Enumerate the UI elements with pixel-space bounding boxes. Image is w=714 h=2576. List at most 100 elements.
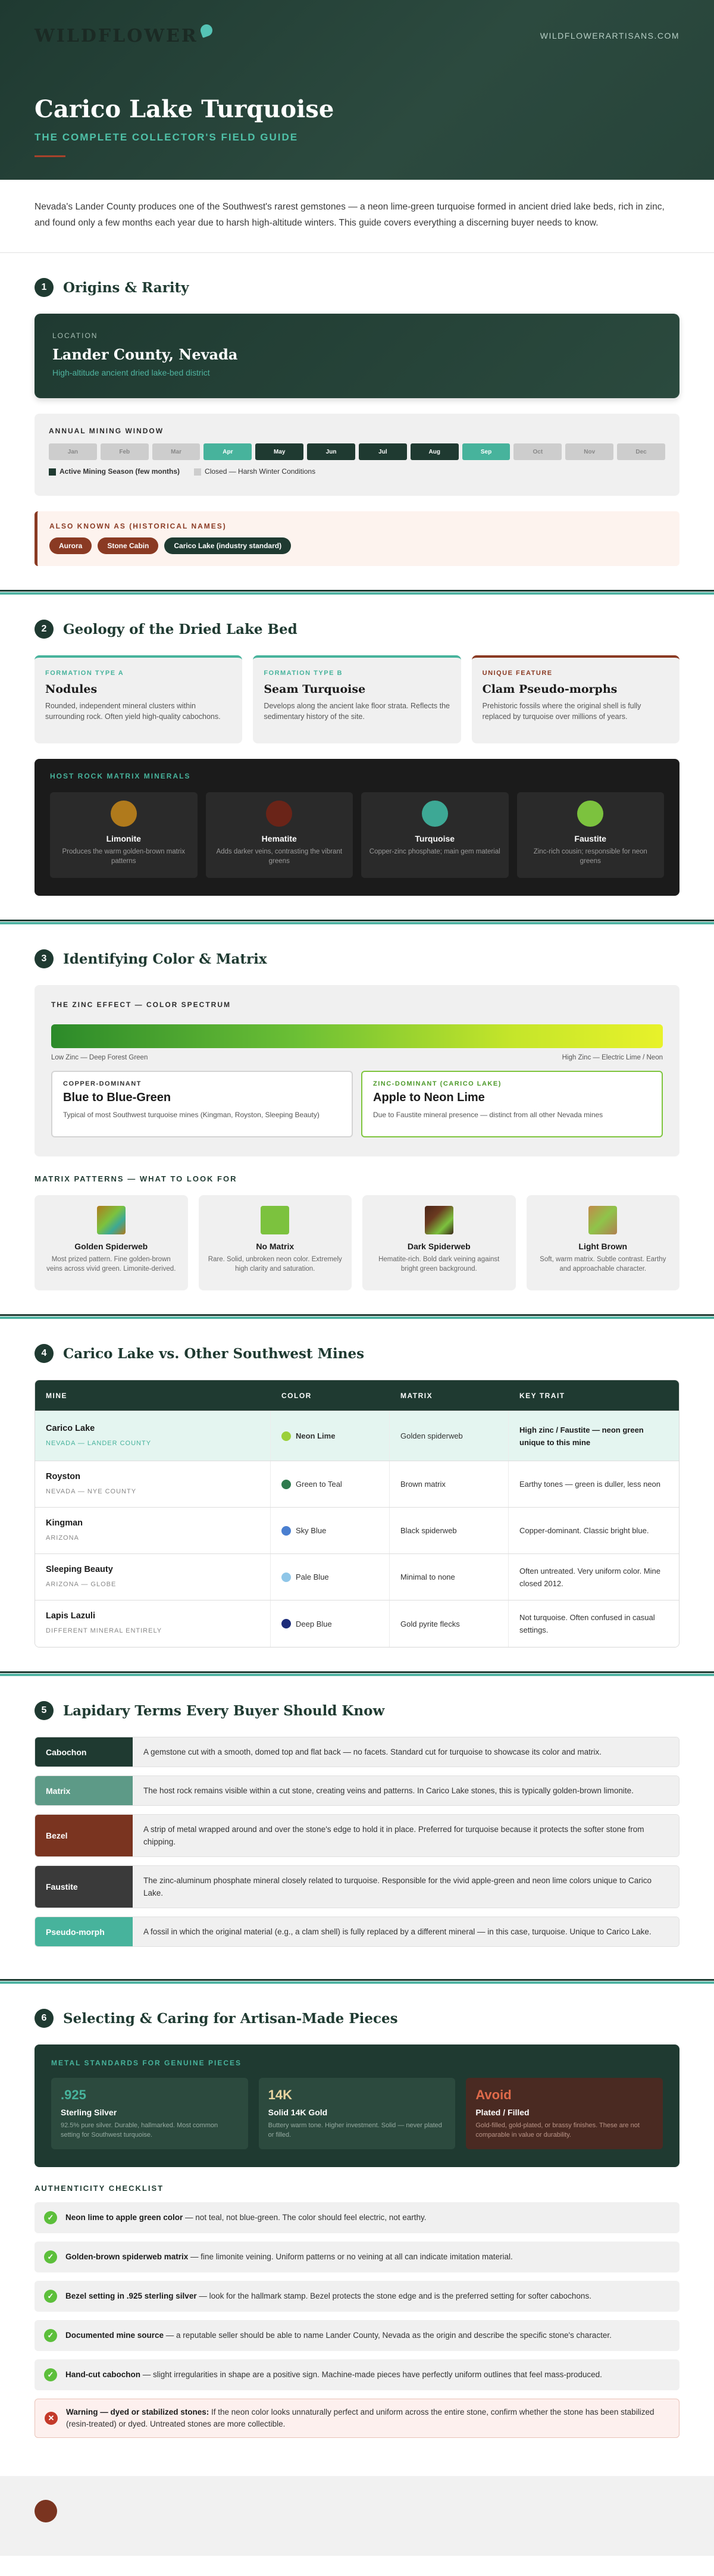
section-title: Lapidary Terms Every Buyer Should Know xyxy=(63,1702,385,1719)
pattern-swatch xyxy=(96,1206,126,1234)
title-divider xyxy=(35,155,65,157)
metal-title: .925 xyxy=(61,2087,86,2102)
month-cell: Jul xyxy=(358,443,407,460)
color-spectrum-bar xyxy=(51,1024,663,1048)
term-row: Cabochon A gemstone cut with a smooth, do… xyxy=(35,1737,679,1767)
column-header: KEY TRAIT xyxy=(519,1391,565,1400)
check-icon: ✓ xyxy=(44,2211,57,2224)
mineral-swatch xyxy=(421,801,448,827)
zinc-label: THE ZINC EFFECT — COLOR SPECTRUM xyxy=(51,1001,231,1009)
mineral-swatch xyxy=(110,801,137,827)
metal-standards-panel: METAL STANDARDS FOR GENUINE PIECES .925 … xyxy=(35,2044,679,2167)
column-header: MATRIX xyxy=(400,1391,433,1400)
aka-pill: Carico Lake (industry standard) xyxy=(164,537,292,554)
month-cell: Jan xyxy=(49,443,97,460)
authenticity-checklist: ✓ Neon lime to apple green color — not te… xyxy=(35,2202,679,2390)
mining-legend: Active Mining Season (few months) Closed… xyxy=(49,467,665,476)
mineral-name: Limonite xyxy=(106,834,141,843)
month-cell: Feb xyxy=(100,443,149,460)
section-number: 2 xyxy=(35,620,54,639)
mine-name: Royston xyxy=(46,1471,80,1481)
formation-tag: FORMATION TYPE B xyxy=(264,670,343,677)
mine-name: Kingman xyxy=(46,1518,83,1528)
formation-desc: Prehistoric fossils where the original s… xyxy=(482,702,641,721)
matrix-cell: Gold pyrite flecks xyxy=(390,1600,509,1647)
dominance-name: Blue to Blue-Green xyxy=(63,1091,171,1104)
mineral-desc: Copper-zinc phosphate; main gem material xyxy=(369,848,500,855)
mining-window-label: ANNUAL MINING WINDOW xyxy=(49,427,164,435)
aka-label: ALSO KNOWN AS (HISTORICAL NAMES) xyxy=(49,522,227,530)
section-geology: 2 Geology of the Dried Lake Bed FORMATIO… xyxy=(0,595,714,920)
section-divider xyxy=(0,1671,714,1676)
spectrum-low-label: Low Zinc — Deep Forest Green xyxy=(51,1054,148,1061)
warning-text: Warning — dyed or stabilized stones: If … xyxy=(66,2408,654,2428)
comparison-table: MINE COLOR MATRIX KEY TRAIT Carico Lake N… xyxy=(35,1380,679,1647)
section-divider xyxy=(0,1314,714,1319)
checklist-text: Neon lime to apple green color — not tea… xyxy=(65,2213,427,2222)
formation-desc: Develops along the ancient lake floor st… xyxy=(264,702,450,721)
matrix-minerals-panel: HOST ROCK MATRIX MINERALS Limonite Produ… xyxy=(35,759,679,896)
table-header: MINE COLOR MATRIX KEY TRAIT xyxy=(35,1380,679,1411)
month-bar: Jan Feb Mar Apr May Jun Jul Aug Sep Oct Nov Dec xyxy=(49,443,665,460)
term-row: Pseudo-morph A fossil in which the origin… xyxy=(35,1917,679,1947)
month-cell: Sep xyxy=(462,443,511,460)
color-name: Neon Lime xyxy=(296,1431,336,1440)
section-origins: 1 Origins & Rarity LOCATION Lander Count… xyxy=(0,253,714,590)
mine-location: ARIZONA — GLOBE xyxy=(46,1580,117,1588)
table-body: Carico Lake NEVADA — LANDER COUNTY Neon Li… xyxy=(35,1411,679,1647)
metal-desc: Gold-filled, gold-plated, or brassy fini… xyxy=(475,2122,640,2139)
formation-tag: FORMATION TYPE A xyxy=(45,670,124,677)
table-row: Royston NEVADA — NYE COUNTY Green to Teal B… xyxy=(35,1461,679,1508)
column-header: COLOR xyxy=(281,1391,312,1400)
zinc-spectrum-panel: THE ZINC EFFECT — COLOR SPECTRUM Low Zin… xyxy=(35,985,679,1156)
dominance-name: Apple to Neon Lime xyxy=(373,1091,485,1104)
brand-logo[interactable]: WILDFLOWER xyxy=(35,23,214,46)
metals-label: METAL STANDARDS FOR GENUINE PIECES xyxy=(51,2059,242,2067)
color-dot xyxy=(281,1525,291,1536)
color-dot xyxy=(281,1479,291,1489)
mine-cell: Royston NEVADA — NYE COUNTY xyxy=(35,1461,271,1507)
mine-cell: Sleeping Beauty ARIZONA — GLOBE xyxy=(35,1554,271,1600)
legend-swatch-closed xyxy=(194,468,202,476)
formation-grid: FORMATION TYPE A Nodules Rounded, indepe… xyxy=(35,655,679,743)
metal-name: Plated / Filled xyxy=(475,2108,530,2117)
term-key: Pseudo-morph xyxy=(35,1917,133,1946)
formation-name: Nodules xyxy=(45,683,98,696)
pattern-name: Light Brown xyxy=(578,1242,628,1251)
trait-cell: High zinc / Faustite — neon green unique… xyxy=(519,1425,644,1447)
section-lapidary-terms: 5 Lapidary Terms Every Buyer Should Know… xyxy=(0,1676,714,1979)
trait-cell: Earthy tones — green is duller, less neo… xyxy=(519,1480,661,1489)
trait-cell: Often untreated. Very uniform color. Min… xyxy=(519,1566,661,1588)
table-row: Carico Lake NEVADA — LANDER COUNTY Neon Li… xyxy=(35,1411,679,1461)
table-row: Kingman ARIZONA Sky Blue Black spiderweb Cop… xyxy=(35,1508,679,1554)
checklist-item: ✓ Documented mine source — a reputable se… xyxy=(35,2320,679,2351)
section-selecting-caring: 6 Selecting & Caring for Artisan-Made Pi… xyxy=(0,1984,714,2470)
pattern-card: Dark Spiderweb Hematite-rich. Bold dark … xyxy=(362,1195,516,1290)
mine-cell: Lapis Lazuli DIFFERENT MINERAL ENTIRELY xyxy=(35,1600,271,1647)
section-title: Identifying Color & Matrix xyxy=(63,951,267,967)
mine-location: DIFFERENT MINERAL ENTIRELY xyxy=(46,1627,162,1634)
term-definition: The zinc-aluminum phosphate mineral clos… xyxy=(133,1866,679,1908)
mine-cell: Kingman ARIZONA xyxy=(35,1508,271,1553)
month-cell: Oct xyxy=(513,443,562,460)
pattern-desc: Hematite-rich. Bold dark veining against… xyxy=(378,1256,500,1273)
formation-card: FORMATION TYPE B Seam Turquoise Develops… xyxy=(253,655,461,743)
mine-location: NEVADA — NYE COUNTY xyxy=(46,1487,137,1495)
metal-desc: 92.5% pure silver. Durable, hallmarked. … xyxy=(61,2122,218,2139)
mine-name: Carico Lake xyxy=(46,1423,95,1433)
metal-name: Solid 14K Gold xyxy=(268,2108,328,2117)
aka-pill: Stone Cabin xyxy=(98,537,159,554)
color-cell: Sky Blue xyxy=(271,1508,390,1553)
color-dot xyxy=(281,1572,291,1582)
mine-name: Sleeping Beauty xyxy=(46,1564,113,1574)
pattern-name: Golden Spiderweb xyxy=(74,1242,148,1251)
trait-cell: Copper-dominant. Classic bright blue. xyxy=(519,1526,649,1535)
term-row: Bezel A strip of metal wrapped around and… xyxy=(35,1814,679,1857)
section-divider xyxy=(0,920,714,924)
mining-window-panel: ANNUAL MINING WINDOW Jan Feb Mar Apr May Jun J… xyxy=(35,414,679,496)
term-key: Cabochon xyxy=(35,1737,133,1767)
site-url-link[interactable]: WILDFLOWERARTISANS.COM xyxy=(540,31,679,40)
footer-logo-icon[interactable] xyxy=(35,2500,57,2522)
dominance-tag: ZINC-DOMINANT (CARICO LAKE) xyxy=(373,1080,502,1087)
term-key: Bezel xyxy=(35,1815,133,1856)
